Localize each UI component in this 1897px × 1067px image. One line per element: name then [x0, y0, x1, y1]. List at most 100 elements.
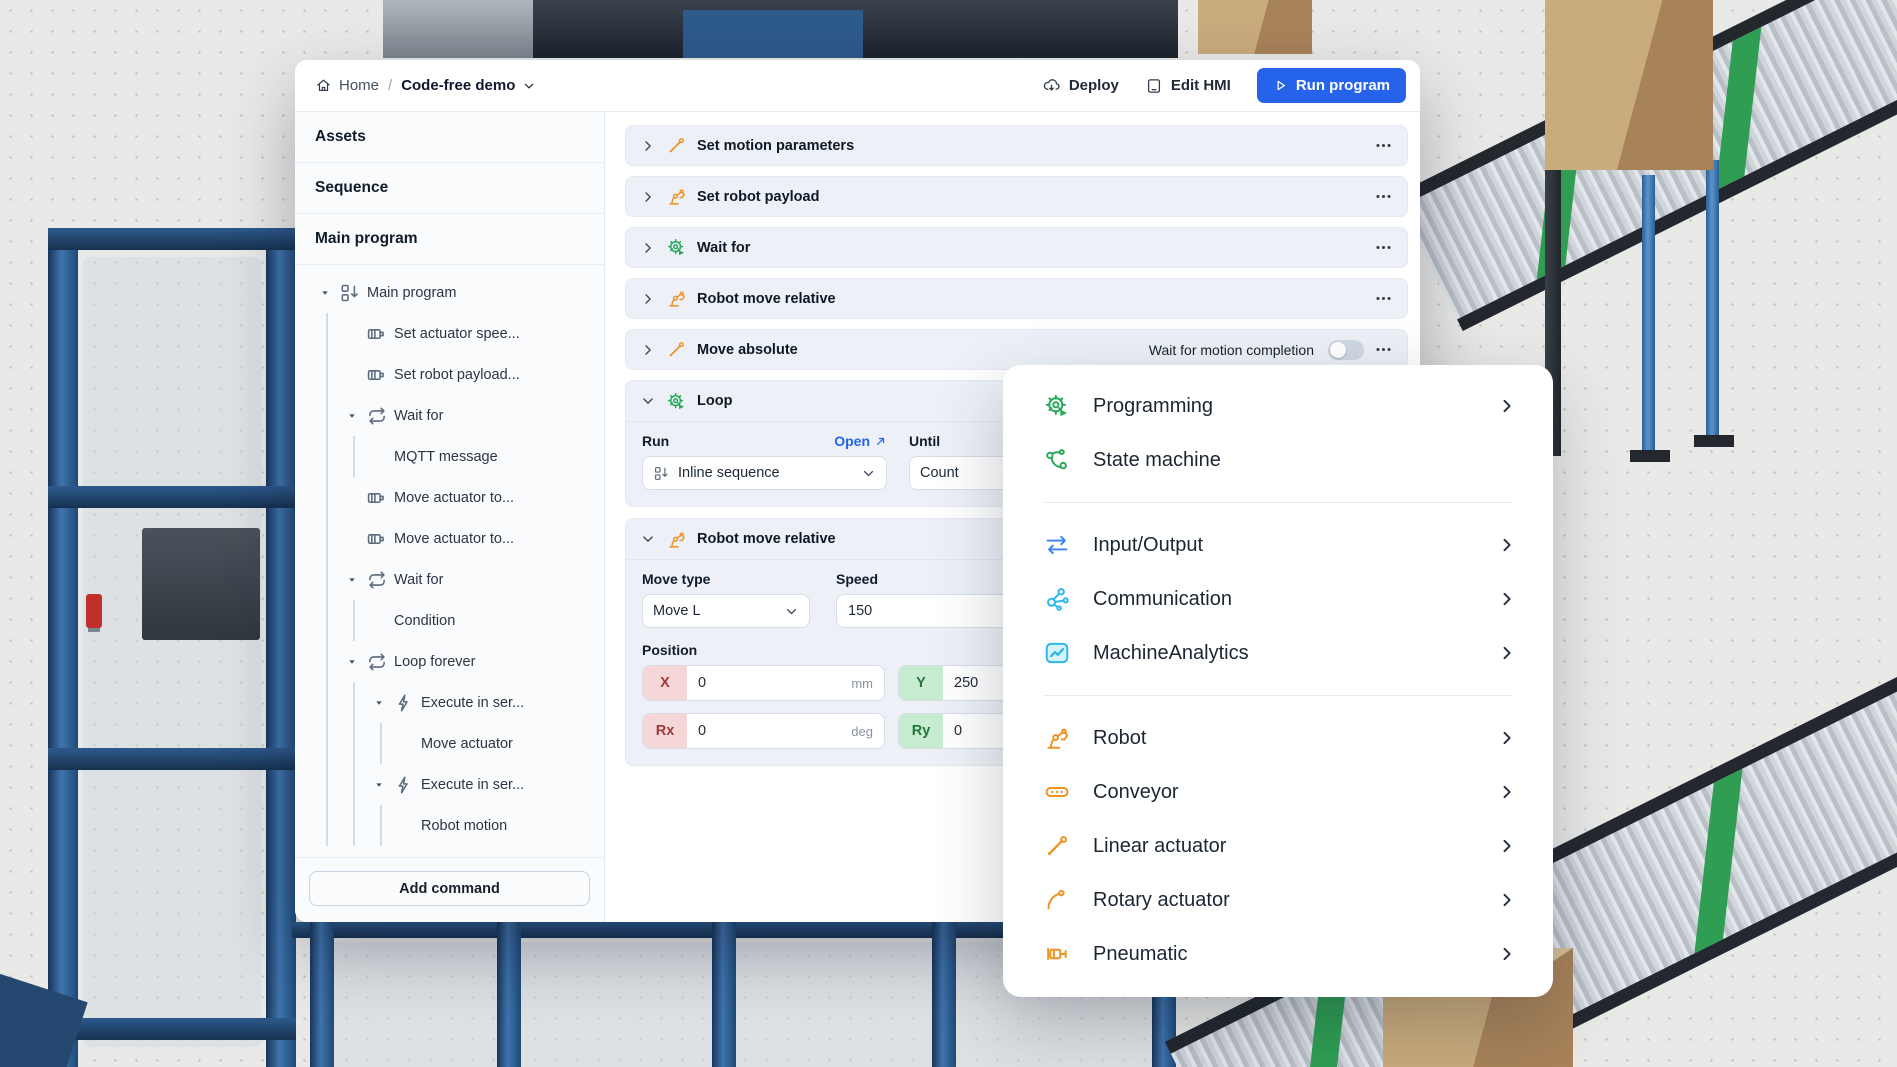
caret-down-icon[interactable]: [373, 779, 393, 791]
red-valve: [86, 594, 102, 628]
row-menu-icon[interactable]: [1374, 187, 1393, 206]
chevron-right-icon[interactable]: [640, 291, 656, 307]
move-type-select[interactable]: Move L: [642, 594, 810, 628]
axis-prefix: Rx: [643, 714, 687, 748]
tree-item-move-actuator-to[interactable]: Move actuator to...: [295, 477, 604, 518]
tree-item-label: Set robot payload...: [394, 367, 520, 383]
sidebar-section-assets[interactable]: Assets: [295, 112, 604, 163]
command-row-set-motion-parameters[interactable]: Set motion parameters: [625, 125, 1408, 166]
conveyor-foot: [1694, 435, 1734, 447]
tree-item-main-program[interactable]: Main program: [295, 272, 604, 313]
caret-down-icon[interactable]: [319, 287, 339, 299]
run-sequence-select[interactable]: Inline sequence: [642, 456, 887, 490]
row-menu-icon[interactable]: [1374, 340, 1393, 359]
deploy-label: Deploy: [1069, 77, 1119, 94]
tree-item-mqtt-message[interactable]: MQTT message: [295, 436, 604, 477]
menu-item-label: Pneumatic: [1093, 943, 1188, 966]
chevron-right-icon[interactable]: [640, 189, 656, 205]
motor-icon: [366, 364, 388, 386]
caret-slot: [346, 492, 366, 504]
chevron-right-icon: [1497, 782, 1517, 802]
deploy-button[interactable]: Deploy: [1042, 76, 1119, 95]
loop-panel-label: Loop: [697, 393, 732, 409]
axis-unit: mm: [851, 666, 884, 700]
menu-item-label: Robot: [1093, 727, 1146, 750]
run-program-label: Run program: [1296, 77, 1390, 94]
breadcrumb-current-label: Code-free demo: [401, 77, 515, 94]
tree-item-set-actuator-spee[interactable]: Set actuator spee...: [295, 313, 604, 354]
tree-item-condition[interactable]: Condition: [295, 600, 604, 641]
external-link-icon: [874, 435, 887, 448]
breadcrumb-home[interactable]: Home: [315, 77, 379, 94]
menu-divider: [1043, 695, 1513, 696]
linear-actuator-icon: [1043, 832, 1071, 860]
caret-down-icon[interactable]: [346, 656, 366, 668]
tree-item-move-actuator[interactable]: Move actuator: [295, 723, 604, 764]
menu-divider: [1043, 502, 1513, 503]
breadcrumb-current[interactable]: Code-free demo: [401, 77, 536, 94]
run-program-button[interactable]: Run program: [1257, 68, 1406, 103]
row-menu-icon[interactable]: [1374, 136, 1393, 155]
command-row-set-robot-payload[interactable]: Set robot payload: [625, 176, 1408, 217]
breadcrumb-home-label: Home: [339, 77, 379, 94]
chevron-right-icon: [1497, 836, 1517, 856]
command-row-robot-move-relative[interactable]: Robot move relative: [625, 278, 1408, 319]
tree-guide-line: [326, 477, 328, 518]
menu-item-programming[interactable]: Programming: [1003, 379, 1553, 433]
motor-icon: [366, 323, 388, 345]
chevron-down-icon: [522, 79, 536, 93]
menu-item-state-machine[interactable]: State machine: [1003, 433, 1553, 487]
run-sequence-value: Inline sequence: [678, 465, 780, 481]
tree-item-robot-motion[interactable]: Robot motion: [295, 805, 604, 846]
tree-guide-line: [326, 354, 328, 395]
caret-down-icon[interactable]: [346, 410, 366, 422]
chevron-right-icon[interactable]: [640, 138, 656, 154]
tree-guide-line: [353, 764, 355, 805]
wait-for-motion-completion-toggle[interactable]: [1328, 340, 1364, 360]
tree-item-wait-for[interactable]: Wait for: [295, 395, 604, 436]
tree-item-loop-forever[interactable]: Loop forever: [295, 641, 604, 682]
chevron-down-icon: [784, 604, 799, 619]
conveyor-icon: [1043, 778, 1071, 806]
robot-icon: [666, 288, 687, 309]
sidebar-section-main-program[interactable]: Main program: [295, 214, 604, 265]
sidebar-section-sequence[interactable]: Sequence: [295, 163, 604, 214]
menu-item-linear-actuator[interactable]: Linear actuator: [1003, 819, 1553, 873]
edit-hmi-button[interactable]: Edit HMI: [1145, 77, 1231, 95]
menu-item-communication[interactable]: Communication: [1003, 572, 1553, 626]
caret-slot: [346, 369, 366, 381]
tree-item-move-actuator-to[interactable]: Move actuator to...: [295, 518, 604, 559]
position-field-rx[interactable]: Rx0deg: [642, 713, 885, 749]
tree-guide-line: [326, 395, 328, 436]
menu-item-label: Input/Output: [1093, 534, 1203, 557]
chevron-right-icon[interactable]: [640, 342, 656, 358]
open-sequence-link[interactable]: Open: [834, 433, 887, 449]
tree-item-execute-in-ser[interactable]: Execute in ser...: [295, 764, 604, 805]
caret-down-icon[interactable]: [346, 574, 366, 586]
command-row-move-absolute[interactable]: Move absoluteWait for motion completion: [625, 329, 1408, 370]
menu-item-conveyor[interactable]: Conveyor: [1003, 765, 1553, 819]
caret-slot: [346, 533, 366, 545]
tree-item-wait-for[interactable]: Wait for: [295, 559, 604, 600]
caret-down-icon[interactable]: [373, 697, 393, 709]
menu-item-input-output[interactable]: Input/Output: [1003, 518, 1553, 572]
tree-guide-line: [326, 600, 328, 641]
menu-item-machineanalytics[interactable]: MachineAnalytics: [1003, 626, 1553, 680]
command-row-wait-for[interactable]: Wait for: [625, 227, 1408, 268]
add-command-label: Add command: [399, 881, 500, 897]
add-command-button[interactable]: Add command: [309, 871, 590, 906]
chevron-down-icon: [640, 393, 656, 409]
position-field-x[interactable]: X0mm: [642, 665, 885, 701]
row-menu-icon[interactable]: [1374, 238, 1393, 257]
tree-item-set-robot-payload[interactable]: Set robot payload...: [295, 354, 604, 395]
menu-item-robot[interactable]: Robot: [1003, 711, 1553, 765]
row-menu-icon[interactable]: [1374, 289, 1393, 308]
menu-item-pneumatic[interactable]: Pneumatic: [1003, 927, 1553, 981]
command-row-label: Set motion parameters: [697, 138, 854, 154]
tree-guide-line: [353, 805, 355, 846]
tree-item-execute-in-ser[interactable]: Execute in ser...: [295, 682, 604, 723]
io-arrows-icon: [1043, 531, 1071, 559]
chevron-right-icon[interactable]: [640, 240, 656, 256]
menu-item-rotary-actuator[interactable]: Rotary actuator: [1003, 873, 1553, 927]
tree-item-label: Wait for: [394, 572, 443, 588]
